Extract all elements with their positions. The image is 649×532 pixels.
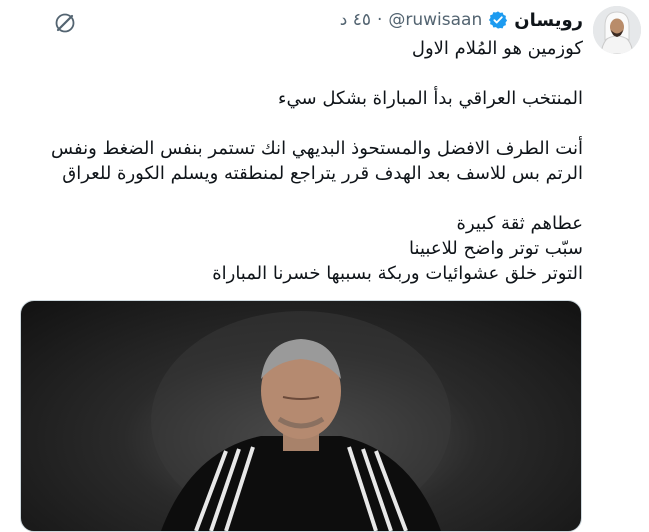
tweet-line: أنت الطرف الافضل والمستحوذ البديهي انك ت… [51, 138, 583, 159]
display-name[interactable]: رويسان [514, 10, 583, 31]
tweet-text: كوزمين هو المُلام الاول المنتخب العراقي … [23, 36, 583, 286]
tweet-header: رويسان @ruwisaan · ٤٥ د [340, 8, 583, 32]
tweet-line: عطاهم ثقة كبيرة [456, 213, 583, 234]
tweet-line: المنتخب العراقي بدأ المباراة بشكل سيء [278, 88, 583, 109]
tweet: رويسان @ruwisaan · ٤٥ د كوزمين هو المُلا… [0, 0, 649, 532]
user-handle[interactable]: @ruwisaan [388, 10, 482, 30]
verified-badge-icon [488, 10, 508, 30]
tweet-line: الرتم بس للاسف بعد الهدف قرر يتراجع لمنط… [62, 163, 583, 184]
avatar[interactable] [593, 6, 641, 54]
tweet-photo[interactable] [20, 300, 582, 532]
tweet-line: التوتر خلق عشوائيات وربكة بسببها خسرنا ا… [212, 263, 583, 284]
separator-dot: · [376, 10, 383, 30]
grok-icon[interactable] [48, 6, 82, 40]
tweet-timestamp[interactable]: ٤٥ د [340, 10, 371, 30]
tweet-line: كوزمين هو المُلام الاول [411, 38, 583, 59]
tweet-line: سبّب توتر واضح للاعبينا [409, 238, 583, 259]
